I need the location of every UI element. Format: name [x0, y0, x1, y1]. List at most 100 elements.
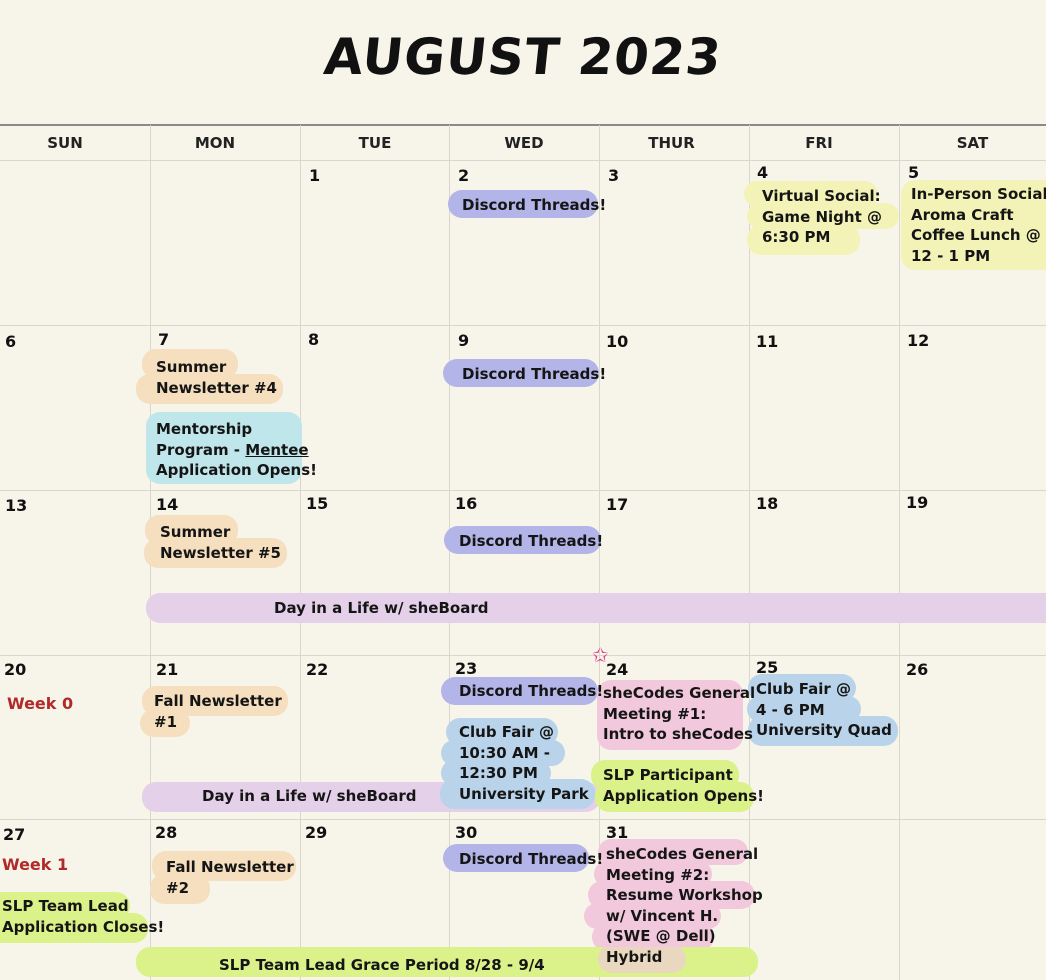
event-general-meeting-1[interactable]: sheCodes General Meeting #1: Intro to sh…	[603, 683, 755, 745]
star-icon: ✩	[592, 643, 609, 667]
event-text: Program -	[156, 440, 246, 459]
date-29[interactable]: 29	[305, 823, 327, 842]
grid-col-line	[899, 125, 900, 980]
date-22[interactable]: 22	[306, 660, 328, 679]
event-discord-threads[interactable]: Discord Threads!	[462, 364, 606, 385]
event-line: Application Opens!	[156, 461, 318, 479]
event-line: University Park	[459, 784, 589, 803]
grid-row-line	[0, 655, 1046, 656]
date-30[interactable]: 30	[455, 823, 477, 842]
event-inperson-social[interactable]: In-Person Social: Aroma Craft Coffee Lun…	[911, 184, 1046, 266]
date-8[interactable]: 8	[308, 330, 319, 349]
event-line: (SWE @ Dell)	[606, 927, 716, 945]
date-10[interactable]: 10	[606, 332, 628, 351]
date-24[interactable]: 24	[606, 660, 628, 679]
event-line: Fall Newsletter	[166, 858, 294, 876]
event-line: Coffee Lunch @	[911, 226, 1041, 244]
grid-row-line	[0, 490, 1046, 491]
event-discord-threads[interactable]: Discord Threads!	[459, 531, 603, 552]
day-header-sun: SUN	[47, 134, 83, 152]
event-summer-newsletter-4[interactable]: Summer Newsletter #4	[156, 357, 277, 398]
event-line: 12:30 PM	[459, 764, 538, 782]
date-6[interactable]: 6	[5, 332, 16, 351]
event-slp-team-lead[interactable]: SLP Team Lead Application Closes!	[2, 896, 164, 937]
date-18[interactable]: 18	[756, 494, 778, 513]
date-27[interactable]: 27	[3, 825, 25, 844]
event-line: Aroma Craft	[911, 205, 1014, 224]
date-12[interactable]: 12	[907, 331, 929, 350]
event-club-fair-fri[interactable]: Club Fair @ 4 - 6 PM University Quad	[756, 679, 892, 741]
event-line: Application Opens!	[603, 786, 765, 805]
event-line: Hybrid	[606, 947, 663, 966]
event-general-meeting-2[interactable]: sheCodes General Meeting #2: Resume Work…	[606, 844, 763, 967]
date-11[interactable]: 11	[756, 332, 778, 351]
event-line: Mentorship	[156, 420, 253, 438]
event-club-fair-wed[interactable]: Club Fair @ 10:30 AM - 12:30 PM Universi…	[459, 722, 589, 804]
grid-row-line	[0, 325, 1046, 326]
event-slp-participant[interactable]: SLP Participant Application Opens!	[603, 765, 764, 806]
event-line: Summer	[160, 523, 231, 541]
date-16[interactable]: 16	[455, 494, 477, 513]
date-2[interactable]: 2	[458, 166, 469, 185]
day-header-sat: SAT	[956, 134, 989, 152]
event-line: Meeting #1:	[603, 704, 707, 723]
event-line: Summer	[156, 358, 227, 376]
mentee-underlined: Mentee	[245, 440, 309, 459]
date-19[interactable]: 19	[906, 493, 928, 512]
event-slp-grace-period[interactable]: SLP Team Lead Grace Period 8/28 - 9/4	[219, 955, 545, 976]
event-line: SLP Participant	[603, 766, 733, 784]
date-13[interactable]: 13	[5, 496, 27, 515]
date-20[interactable]: 20	[4, 660, 26, 679]
date-3[interactable]: 3	[608, 166, 619, 185]
day-header-mon: MON	[194, 134, 236, 152]
event-mentorship-program[interactable]: Mentorship Program - Mentee Application …	[156, 419, 317, 481]
event-line: 4 - 6 PM	[756, 700, 825, 719]
date-23[interactable]: 23	[455, 659, 477, 678]
event-fall-newsletter-1[interactable]: Fall Newsletter #1	[154, 691, 282, 732]
week-1-label: Week 1	[2, 855, 69, 874]
event-line: Club Fair @	[756, 680, 852, 698]
date-9[interactable]: 9	[458, 331, 469, 350]
day-header-tue: TUE	[358, 134, 392, 152]
day-header-fri: FRI	[805, 134, 833, 152]
date-21[interactable]: 21	[156, 660, 178, 679]
event-line: Game Night @	[762, 207, 882, 226]
event-line: Intro to sheCodes	[603, 725, 753, 743]
date-28[interactable]: 28	[155, 823, 177, 842]
event-line: 6:30 PM	[762, 228, 831, 246]
date-14[interactable]: 14	[156, 495, 178, 514]
day-header-wed: WED	[504, 134, 544, 152]
day-header-thur: THUR	[648, 134, 695, 152]
date-7[interactable]: 7	[158, 330, 169, 349]
event-line: SLP Team Lead	[2, 897, 129, 915]
event-virtual-social[interactable]: Virtual Social: Game Night @ 6:30 PM	[762, 186, 882, 248]
event-fall-newsletter-2[interactable]: Fall Newsletter #2	[166, 857, 294, 898]
event-line: #1	[154, 712, 178, 731]
event-line: #2	[166, 878, 190, 897]
event-day-in-life[interactable]: Day in a Life w/ sheBoard	[202, 786, 416, 807]
event-line: In-Person Social:	[911, 185, 1046, 203]
event-line: University Quad	[756, 721, 892, 739]
date-1[interactable]: 1	[309, 166, 320, 185]
event-line: sheCodes General	[603, 684, 756, 702]
week-0-label: Week 0	[7, 694, 74, 713]
date-15[interactable]: 15	[306, 494, 328, 513]
date-4[interactable]: 4	[757, 163, 768, 182]
event-discord-threads[interactable]: Discord Threads!	[459, 681, 603, 702]
date-26[interactable]: 26	[906, 660, 928, 679]
event-line: 10:30 AM -	[459, 743, 550, 762]
event-line: w/ Vincent H.	[606, 906, 719, 925]
grid-top-border	[0, 124, 1046, 126]
event-summer-newsletter-5[interactable]: Summer Newsletter #5	[160, 522, 281, 563]
grid-col-line	[300, 125, 301, 980]
event-line: 12 - 1 PM	[911, 246, 991, 265]
event-line: Application Closes!	[2, 917, 165, 936]
event-line: Program - Mentee	[156, 440, 317, 461]
event-line: Newsletter #4	[156, 378, 277, 397]
event-day-in-life[interactable]: Day in a Life w/ sheBoard	[274, 598, 488, 619]
event-line: Virtual Social:	[762, 187, 881, 205]
date-17[interactable]: 17	[606, 495, 628, 514]
event-discord-threads[interactable]: Discord Threads!	[462, 195, 606, 216]
event-discord-threads[interactable]: Discord Threads!	[459, 849, 603, 870]
event-line: Newsletter #5	[160, 543, 281, 562]
